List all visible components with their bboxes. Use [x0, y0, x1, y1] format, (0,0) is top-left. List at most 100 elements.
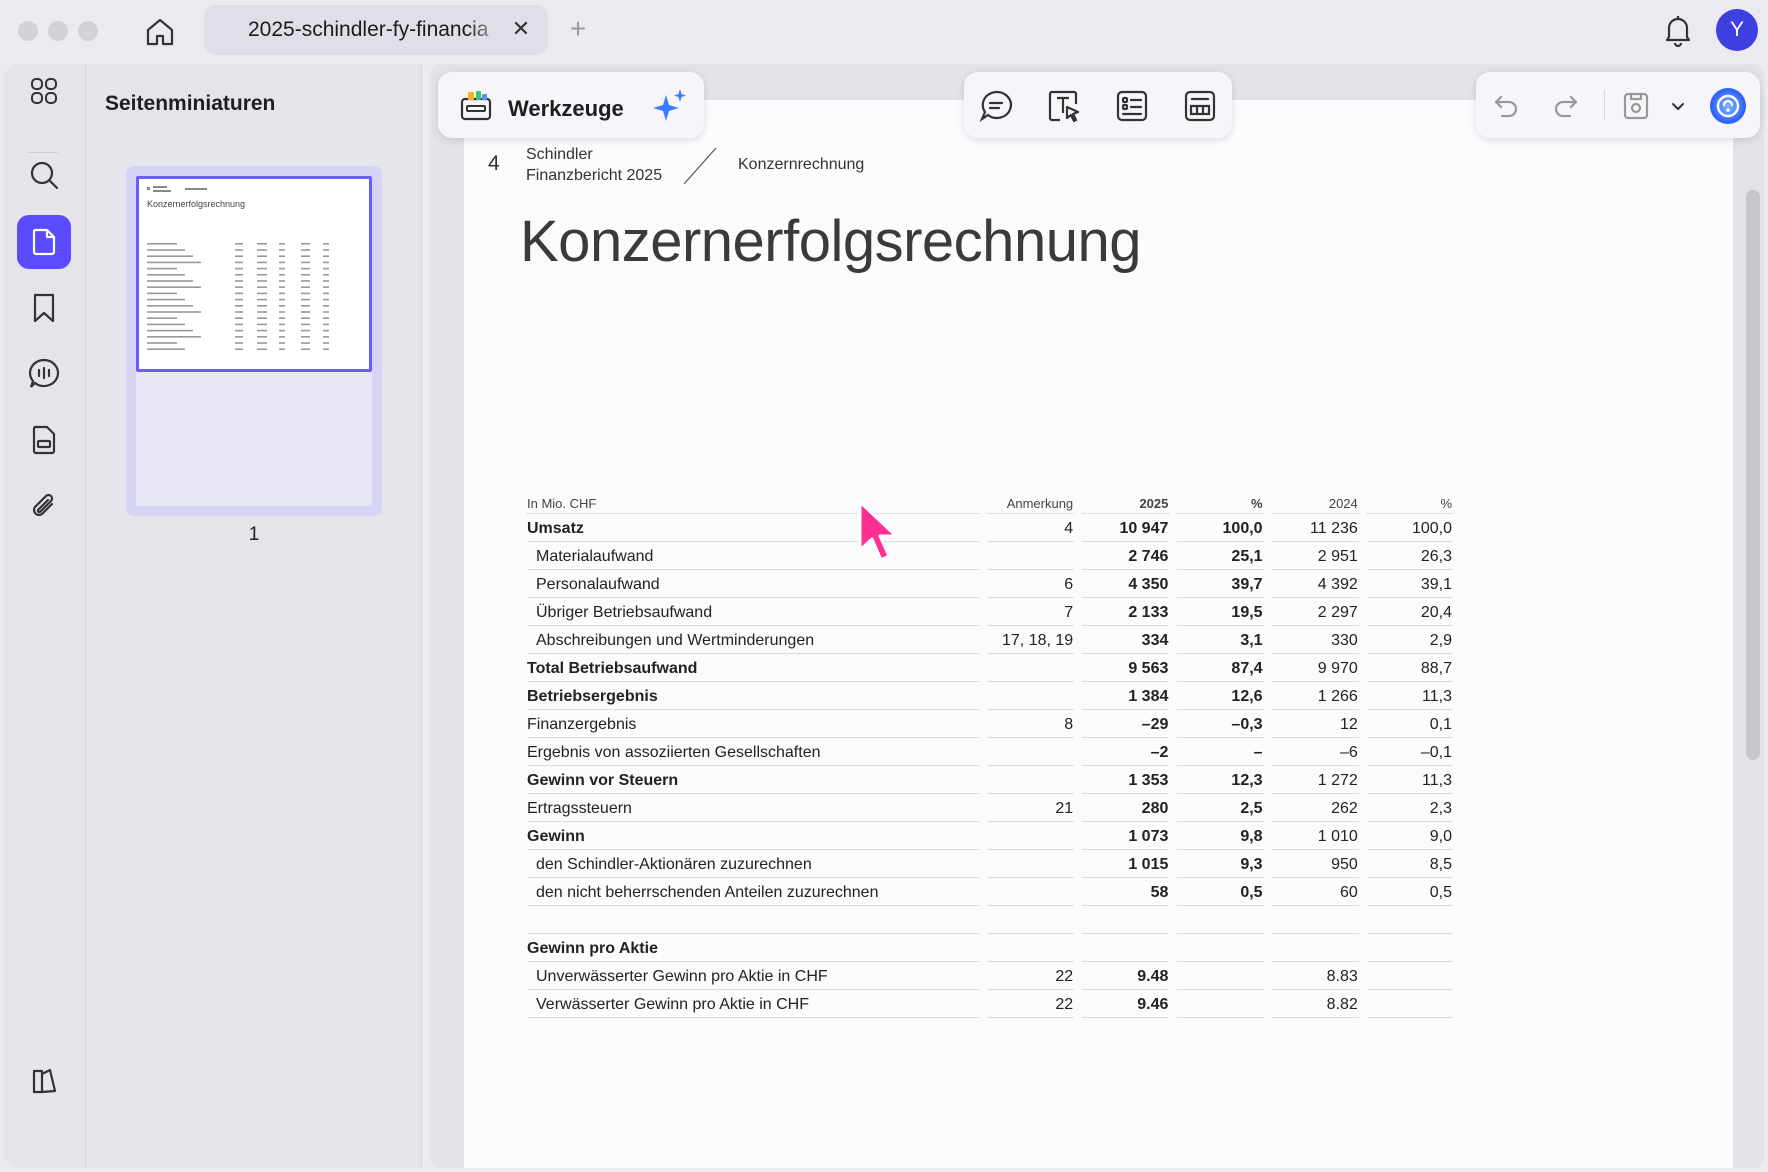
thumbnail-line [279, 342, 285, 344]
row-value-2024: 1 010 [1271, 822, 1359, 850]
column-gap [1169, 710, 1177, 738]
column-gap [1074, 598, 1082, 626]
table-row: Ergebnis von assoziierten Gesellschaften… [527, 738, 1453, 766]
header-pct-2024: % [1366, 494, 1453, 514]
thumbnail-line [257, 298, 267, 301]
column-gap [1359, 570, 1367, 598]
thumbnail-line [147, 317, 177, 319]
row-label: Gewinn vor Steuern [527, 766, 979, 794]
row-pct-2025 [1177, 906, 1264, 934]
document-tab[interactable]: 2025-schindler-fy-financia ✕ [204, 5, 548, 55]
table-spacer-row [527, 906, 1453, 934]
home-button[interactable] [140, 12, 180, 52]
thumbnail-line [279, 261, 285, 264]
row-pct-2025: 3,1 [1177, 626, 1264, 654]
sidebar-toggle-button[interactable] [17, 1054, 71, 1108]
column-gap [979, 794, 987, 822]
thumbnail-line [257, 255, 267, 257]
sidebar-item-grid[interactable] [17, 64, 71, 118]
window-minimize-button[interactable] [48, 21, 68, 41]
ai-assistant-button[interactable] [1706, 84, 1750, 128]
row-pct-2024: 8,5 [1366, 850, 1453, 878]
thumbnail-line [301, 342, 310, 344]
column-gap [1359, 906, 1367, 934]
column-gap [1264, 934, 1272, 962]
vertical-scrollbar[interactable] [1746, 190, 1760, 760]
sidebar-item-forms[interactable] [17, 413, 71, 467]
row-pct-2024 [1366, 906, 1453, 934]
row-value-2025: 2 133 [1082, 598, 1170, 626]
thumbnail-line [257, 342, 267, 344]
redo-button[interactable] [1548, 88, 1584, 124]
row-note [986, 822, 1075, 850]
comment-tool-button[interactable] [976, 86, 1016, 126]
page-thumbnail[interactable]: Konzernerfolgsrechnung [126, 166, 382, 516]
row-pct-2025: – [1177, 738, 1264, 766]
sidebar-item-thumbnails[interactable] [17, 215, 71, 269]
undo-button[interactable] [1488, 88, 1524, 124]
row-value-2024: 330 [1271, 626, 1359, 654]
row-label: Betriebsergebnis [527, 682, 979, 710]
table-tool-button[interactable] [1180, 86, 1220, 126]
column-gap [1264, 990, 1272, 1018]
thumbnail-title: Konzernerfolgsrechnung [147, 199, 245, 209]
sidebar-item-bookmarks[interactable] [17, 281, 71, 335]
thumbnail-line [279, 255, 285, 257]
header-unit: In Mio. CHF [527, 494, 979, 514]
row-pct-2025: 19,5 [1177, 598, 1264, 626]
thumbnail-line [235, 267, 243, 270]
toolbar-divider [1604, 90, 1605, 120]
sidebar-item-attachments[interactable] [17, 479, 71, 533]
table-row: Gewinn vor Steuern 1 353 12,3 1 272 11,3 [527, 766, 1453, 794]
column-gap [1359, 850, 1367, 878]
tab-close-button[interactable]: ✕ [510, 16, 532, 41]
new-tab-button[interactable]: + [564, 14, 592, 46]
sidebar-item-comments[interactable] [17, 347, 71, 401]
sidebar-item-search[interactable] [17, 148, 71, 202]
row-pct-2025: 2,5 [1177, 794, 1264, 822]
thumbnail-line [235, 311, 243, 313]
tools-button[interactable] [458, 88, 494, 124]
save-options-dropdown[interactable] [1666, 92, 1690, 120]
thumbnail-line [147, 311, 201, 313]
column-gap [979, 598, 987, 626]
row-label: Unverwässerter Gewinn pro Aktie in CHF [527, 962, 979, 990]
column-gap [1074, 794, 1082, 822]
row-pct-2025 [1177, 990, 1264, 1018]
form-list-button[interactable] [1112, 86, 1152, 126]
row-note: 7 [986, 598, 1075, 626]
row-pct-2024: 100,0 [1366, 514, 1453, 542]
ai-sparkle-button[interactable] [650, 86, 690, 126]
tools-label[interactable]: Werkzeuge [508, 96, 624, 122]
column-gap [1169, 654, 1177, 682]
column-gap [1264, 906, 1272, 934]
row-pct-2025: 25,1 [1177, 542, 1264, 570]
column-gap [1074, 514, 1082, 542]
column-gap [1169, 766, 1177, 794]
thumbnail-line [147, 261, 201, 264]
thumbnail-line [257, 267, 267, 270]
table-row: Finanzergebnis 8 –29 –0,3 12 0,1 [527, 710, 1453, 738]
column-gap [1264, 598, 1272, 626]
table-row: Gewinn 1 073 9,8 1 010 9,0 [527, 822, 1453, 850]
column-gap [1359, 542, 1367, 570]
row-label: Materialaufwand [527, 542, 979, 570]
text-select-button[interactable] [1044, 86, 1084, 126]
thumbnail-line [279, 292, 285, 295]
save-button[interactable] [1618, 88, 1654, 124]
window-close-button[interactable] [18, 21, 38, 41]
notifications-button[interactable] [1660, 12, 1696, 48]
avatar[interactable]: Y [1716, 9, 1758, 51]
thumbnail-line [323, 286, 329, 288]
row-value-2024: 9 970 [1271, 654, 1359, 682]
mouse-cursor [858, 500, 898, 562]
column-gap [1074, 570, 1082, 598]
thumbnail-line [323, 342, 329, 344]
column-gap [1169, 570, 1177, 598]
table-row: Abschreibungen und Wertminderungen 17, 18… [527, 626, 1453, 654]
window-zoom-button[interactable] [78, 21, 98, 41]
column-gap [979, 654, 987, 682]
row-label: den nicht beherrschenden Anteilen zuzure… [527, 878, 979, 906]
row-value-2024: 1 266 [1271, 682, 1359, 710]
row-value-2024: 2 951 [1271, 542, 1359, 570]
